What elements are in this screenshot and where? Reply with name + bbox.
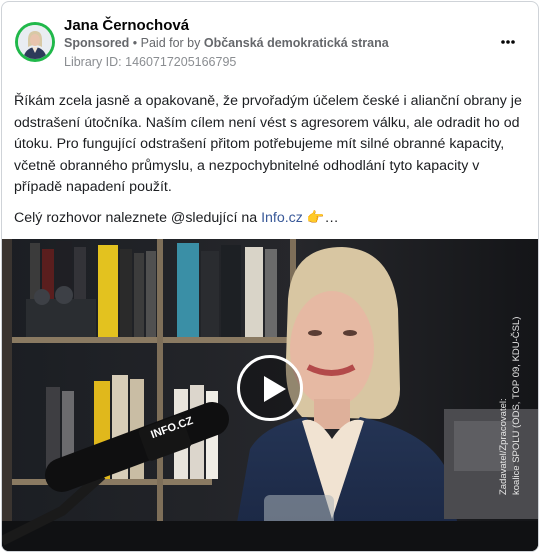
video-disclaimer: Zadavatel/Zpracovatel: koalice SPOLU (OD… (498, 285, 522, 495)
info-cz-link[interactable]: Info.cz (261, 210, 303, 226)
play-icon (264, 376, 286, 402)
sponsored-meta: Sponsored • Paid for by Občanská demokra… (64, 36, 389, 50)
author-name[interactable]: Jana Černochová (64, 17, 189, 34)
post-body: Říkám zcela jasně a opakovaně, že prvořa… (14, 91, 529, 199)
more-horizontal-icon (501, 40, 515, 44)
more-options-button[interactable] (493, 32, 523, 52)
post-header: Jana Černochová Sponsored • Paid for by … (2, 2, 538, 76)
meta-separator: • (129, 36, 141, 50)
video-player[interactable]: Zadavatel/Zpracovatel: koalice SPOLU (OD… (2, 239, 538, 551)
paid-for-prefix: Paid for by (140, 36, 204, 50)
library-id: Library ID: 1460717205166795 (64, 55, 237, 69)
avatar-photo (18, 25, 52, 59)
video-disclaimer-line1: Zadavatel/Zpracovatel: (498, 398, 509, 495)
ad-post-card: Jana Černochová Sponsored • Paid for by … (1, 1, 539, 552)
video-disclaimer-line2: koalice SPOLU (ODS, TOP 09, KDU-ČSL) (511, 316, 522, 495)
play-button[interactable] (237, 355, 303, 421)
sponsored-label: Sponsored (64, 36, 130, 50)
post-body-text: Říkám zcela jasně a opakovaně, že prvořa… (14, 93, 522, 196)
avatar[interactable] (15, 22, 55, 62)
cta-suffix: 👉… (302, 210, 339, 226)
cta-text: Celý rozhovor naleznete @sledující na (14, 210, 262, 226)
payer-name[interactable]: Občanská demokratická strana (204, 36, 389, 50)
post-cta: Celý rozhovor naleznete @sledující na In… (14, 210, 339, 226)
